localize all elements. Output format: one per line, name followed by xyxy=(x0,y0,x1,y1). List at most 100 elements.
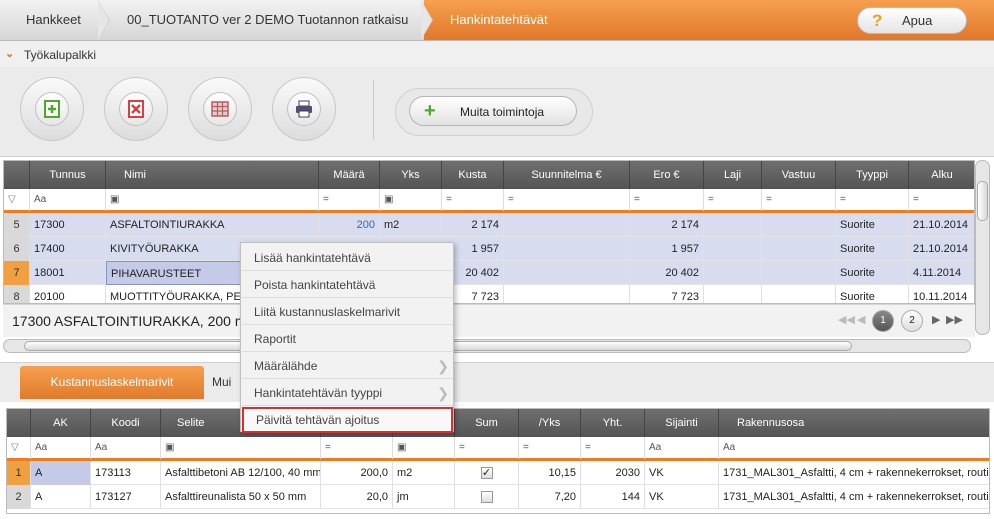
row-number[interactable]: 2 xyxy=(7,485,31,509)
filter-cell[interactable]: ▣ xyxy=(161,437,321,459)
table-cell[interactable]: 10,15 xyxy=(519,461,581,485)
col-header[interactable]: Tunnus xyxy=(30,161,106,189)
page-button[interactable]: 2 xyxy=(901,310,923,332)
table-cell[interactable] xyxy=(504,285,630,303)
col-header[interactable]: Alku xyxy=(909,161,974,189)
filter-cell[interactable]: = xyxy=(630,189,704,211)
table-cell[interactable]: A xyxy=(31,485,91,509)
sum-checkbox[interactable] xyxy=(480,491,493,504)
table-cell[interactable] xyxy=(504,213,630,237)
table-cell[interactable]: 4.11.2014 xyxy=(909,261,974,285)
filter-cell[interactable]: = xyxy=(319,189,380,211)
filter-cell[interactable]: = xyxy=(762,189,836,211)
filter-cell[interactable]: Aa xyxy=(31,437,91,459)
table-row[interactable]: 6 17400 KIVITYÖURAKKA 1 957 1 957 Suorite 21.1… xyxy=(4,237,974,261)
table-cell[interactable]: 18001 xyxy=(30,261,106,285)
table-cell[interactable] xyxy=(762,237,836,261)
filter-cell[interactable]: ▣ xyxy=(380,189,442,211)
table-cell[interactable]: 20100 xyxy=(30,285,106,303)
table-cell[interactable]: A xyxy=(31,461,91,485)
table-cell[interactable] xyxy=(504,237,630,261)
table-row[interactable]: 5 17300 ASFALTOINTIURAKKA 200 m2 2 174 2 174 Su… xyxy=(4,213,974,237)
print-button[interactable] xyxy=(272,77,336,141)
menu-item[interactable]: Määrälähde ❯ xyxy=(242,353,453,379)
table-button[interactable] xyxy=(188,77,252,141)
table-cell[interactable]: 173113 xyxy=(91,461,161,485)
filter-cell[interactable]: = xyxy=(504,189,630,211)
breadcrumb-item-project[interactable]: 00_TUOTANTO ver 2 DEMO Tuotannon ratkais… xyxy=(101,0,433,40)
help-button[interactable]: ? Apua xyxy=(857,7,967,34)
table-cell[interactable] xyxy=(762,261,836,285)
table-cell[interactable] xyxy=(704,261,762,285)
scroll-thumb[interactable] xyxy=(977,181,988,221)
table-row[interactable]: 7 18001 PIHAVARUSTEET 20 402 20 402 Suorite 4.… xyxy=(4,261,974,285)
row-number[interactable]: 8 xyxy=(4,285,30,303)
table-cell[interactable]: VK xyxy=(645,461,719,485)
col-header[interactable]: Ero € xyxy=(630,161,704,189)
table-cell[interactable]: ASFALTOINTIURAKKA xyxy=(106,213,319,237)
filter-cell[interactable]: Aa xyxy=(719,437,989,459)
col-header[interactable]: Rakennusosa xyxy=(719,409,989,437)
col-header[interactable]: Koodi xyxy=(91,409,161,437)
filter-cell[interactable]: Aa xyxy=(91,437,161,459)
menu-item[interactable]: Päivitä tehtävän ajoitus xyxy=(242,407,453,433)
table-cell[interactable]: 21.10.2014 xyxy=(909,213,974,237)
more-actions-button[interactable]: + Muita toimintoja xyxy=(409,96,577,126)
table-cell[interactable]: 20,0 xyxy=(321,485,393,509)
table-cell[interactable]: Asfalttibetoni AB 12/100, 40 mm xyxy=(161,461,321,485)
filter-cell[interactable]: = xyxy=(455,437,519,459)
filter-cell[interactable]: = xyxy=(704,189,762,211)
menu-item[interactable]: Raportit xyxy=(242,326,453,352)
menu-item[interactable]: Liitä kustannuslaskelmarivit xyxy=(242,299,453,325)
toolbar-header[interactable]: ⌄ Työkalupalkki xyxy=(0,41,994,67)
table-row[interactable]: 1 A 173113 Asfalttibetoni AB 12/100, 40 mm 2… xyxy=(7,461,989,485)
col-header[interactable]: Yks xyxy=(380,161,442,189)
table-cell[interactable]: 173127 xyxy=(91,485,161,509)
menu-item[interactable]: Lisää hankintatehtävä xyxy=(242,245,453,271)
col-header[interactable]: Nimi xyxy=(106,161,319,189)
table-cell[interactable]: 10.11.2014 xyxy=(909,285,974,303)
filter-cell[interactable]: Aa xyxy=(30,189,106,211)
delete-button[interactable] xyxy=(104,77,168,141)
filter-cell[interactable]: Aa xyxy=(645,437,719,459)
row-number[interactable]: 1 xyxy=(7,461,31,485)
row-number[interactable]: 6 xyxy=(4,237,30,261)
prev-page-icon[interactable]: ◀ xyxy=(857,313,865,326)
table-cell[interactable]: 200,0 xyxy=(321,461,393,485)
table-cell[interactable]: Asfalttireunalista 50 x 50 mm xyxy=(161,485,321,509)
table-cell[interactable]: 1731_MAL301_Asfaltti, 4 cm + rakennekerr… xyxy=(719,485,989,509)
table-cell[interactable]: 7,20 xyxy=(519,485,581,509)
table-cell[interactable]: Suorite xyxy=(836,261,909,285)
filter-icon[interactable]: ▽ xyxy=(4,189,30,211)
table-cell[interactable] xyxy=(762,285,836,303)
col-header[interactable]: AK xyxy=(31,409,91,437)
filter-cell[interactable]: ▣ xyxy=(106,189,319,211)
table-row[interactable]: 8 20100 MUOTTITYÖURAKKA, PER 7 723 7 723 Suor… xyxy=(4,285,974,303)
table-cell[interactable]: Suorite xyxy=(836,213,909,237)
col-header[interactable]: Sijainti xyxy=(645,409,719,437)
filter-cell[interactable]: = xyxy=(321,437,393,459)
col-header[interactable]: /Yks xyxy=(519,409,581,437)
row-number[interactable]: 5 xyxy=(4,213,30,237)
table-cell[interactable]: jm xyxy=(393,485,455,509)
table-cell[interactable]: 7 723 xyxy=(630,285,704,303)
filter-icon[interactable]: ▽ xyxy=(7,437,31,459)
row-number[interactable]: 7 xyxy=(4,261,30,285)
table-cell[interactable]: 1 957 xyxy=(630,237,704,261)
table-cell[interactable]: 20 402 xyxy=(630,261,704,285)
table-cell[interactable]: m2 xyxy=(380,213,442,237)
table-cell[interactable]: Suorite xyxy=(836,237,909,261)
table-cell[interactable] xyxy=(504,261,630,285)
filter-cell[interactable]: = xyxy=(519,437,581,459)
filter-cell[interactable]: = xyxy=(909,189,974,211)
next-page-icon[interactable]: ▶ xyxy=(932,313,940,326)
col-header[interactable]: Suunnitelma € xyxy=(504,161,630,189)
table-cell[interactable]: 200 xyxy=(319,213,380,237)
table-row[interactable]: 2 A 173127 Asfalttireunalista 50 x 50 mm 20,… xyxy=(7,485,989,509)
filter-cell[interactable]: ▣ xyxy=(393,437,455,459)
table-cell[interactable]: VK xyxy=(645,485,719,509)
col-header[interactable]: Laji xyxy=(704,161,762,189)
table-cell[interactable] xyxy=(704,285,762,303)
filter-cell[interactable]: = xyxy=(581,437,645,459)
table-cell[interactable]: m2 xyxy=(393,461,455,485)
